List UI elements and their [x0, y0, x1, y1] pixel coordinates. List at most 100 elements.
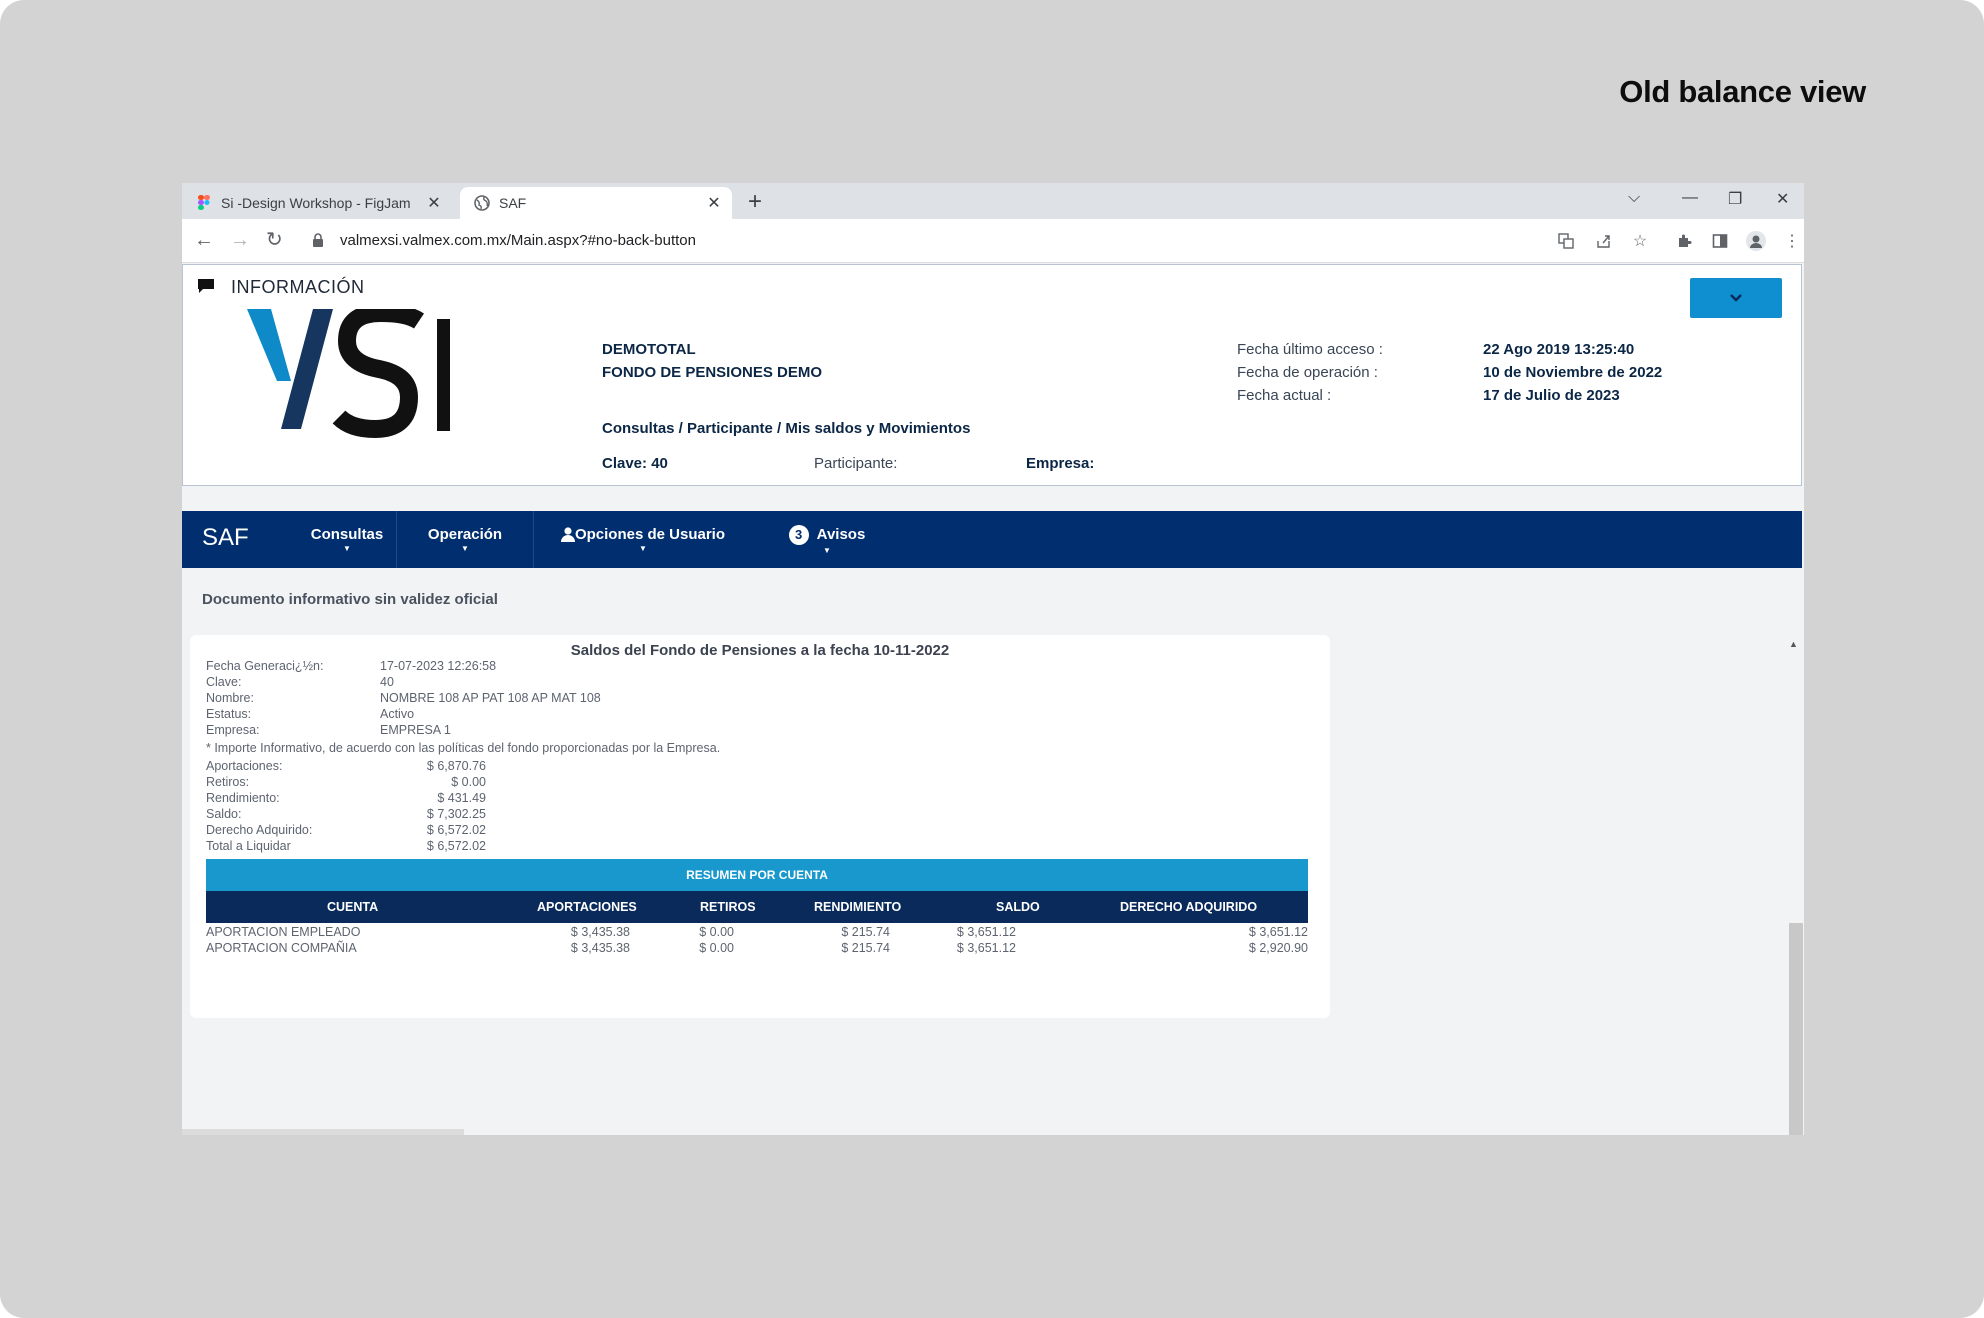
- table-cell: $ 3,651.12: [956, 925, 1016, 939]
- scroll-up-icon[interactable]: ▲: [1789, 639, 1798, 649]
- balance-report: Saldos del Fondo de Pensiones a la fecha…: [190, 635, 1330, 1018]
- info-label: Empresa:: [206, 723, 260, 737]
- tab-saf[interactable]: SAF ✕: [460, 187, 732, 219]
- info-value: NOMBRE 108 AP PAT 108 AP MAT 108: [380, 691, 601, 705]
- vsi-logo: [247, 303, 467, 454]
- fund-name: FONDO DE PENSIONES DEMO: [602, 364, 823, 381]
- figma-icon: [196, 195, 212, 211]
- header-dropdown-button[interactable]: [1690, 278, 1782, 318]
- minimize-icon[interactable]: —: [1682, 189, 1698, 207]
- info-label: Clave:: [206, 675, 242, 689]
- table-cell: APORTACION EMPLEADO: [206, 925, 361, 939]
- table-cell: APORTACION COMPAÑIA: [206, 941, 357, 955]
- amount-value: $ 6,572.02: [426, 823, 486, 837]
- main-nav: SAF Consultas ▼ Operación ▼ Opciones de …: [182, 511, 1802, 568]
- page-header: INFORMACIÓN DEMOTOTAL FONDO DE PENSIONES…: [182, 264, 1802, 486]
- table-cell: $ 215.74: [841, 925, 890, 939]
- reload-icon[interactable]: ↻: [266, 229, 283, 251]
- nav-item-operacion[interactable]: Operación ▼: [397, 511, 533, 568]
- operation-date-label: Fecha de operación :: [1237, 364, 1378, 381]
- presentation-frame: Old balance view Si -Design Workshop - F…: [0, 0, 1984, 1318]
- last-access-label: Fecha último acceso :: [1237, 341, 1383, 358]
- translate-icon[interactable]: [1556, 231, 1576, 251]
- table-cell: $ 0.00: [699, 925, 734, 939]
- side-panel-icon[interactable]: [1710, 231, 1730, 251]
- nav-label: Opciones de Usuario: [574, 526, 726, 543]
- nav-label: Avisos: [816, 526, 866, 543]
- frame-title: Old balance view: [1619, 74, 1866, 109]
- caret-down-icon: ▼: [639, 544, 647, 553]
- tab-label: SAF: [499, 195, 527, 211]
- close-icon[interactable]: ✕: [704, 193, 724, 213]
- tab-bar: Si -Design Workshop - FigJam ✕ SAF ✕ + ⌵…: [182, 183, 1804, 219]
- star-icon[interactable]: ☆: [1630, 231, 1650, 251]
- address-toolbar: ← → ↻ valmexsi.valmex.com.mx/Main.aspx?#…: [182, 219, 1804, 263]
- new-tab-icon[interactable]: +: [748, 190, 762, 214]
- restore-icon[interactable]: ❐: [1728, 189, 1742, 209]
- info-label: Nombre:: [206, 691, 254, 705]
- info-label: Estatus:: [206, 707, 252, 721]
- summary-band: RESUMEN POR CUENTA: [206, 859, 1308, 891]
- chat-icon: [197, 278, 215, 299]
- amount-value: $ 7,302.25: [426, 807, 486, 821]
- amount-label: Aportaciones:: [206, 759, 283, 773]
- amount-value: $ 0.00: [451, 775, 486, 789]
- amount-value: $ 6,870.76: [426, 759, 486, 773]
- nav-label: Consultas: [310, 526, 384, 543]
- nav-brand: SAF: [202, 524, 249, 551]
- vertical-scrollbar[interactable]: ▲: [1784, 635, 1803, 1135]
- tab-label: Si -Design Workshop - FigJam: [221, 195, 411, 211]
- column-header: SALDO: [996, 900, 1040, 914]
- column-header: DERECHO ADQUIRIDO: [1120, 900, 1258, 914]
- section-title: INFORMACIÓN: [231, 277, 365, 297]
- breadcrumb: Consultas / Participante / Mis saldos y …: [602, 420, 971, 437]
- participante-label: Participante:: [814, 455, 898, 472]
- extensions-icon[interactable]: [1674, 231, 1694, 251]
- nav-item-consultas[interactable]: Consultas ▼: [294, 511, 400, 568]
- profile-avatar-icon[interactable]: [1746, 231, 1766, 251]
- url-text: valmexsi.valmex.com.mx/Main.aspx?#no-bac…: [340, 232, 696, 249]
- current-date-label: Fecha actual :: [1237, 387, 1332, 404]
- table-cell: $ 2,920.90: [1248, 941, 1308, 955]
- lock-icon: [312, 233, 324, 252]
- nav-label-wrap: Opciones de Usuario: [560, 526, 726, 543]
- back-icon[interactable]: ←: [194, 229, 214, 251]
- nav-label: Operación: [427, 526, 503, 543]
- info-value: 40: [380, 675, 394, 689]
- close-window-icon[interactable]: ✕: [1776, 189, 1789, 209]
- scroll-thumb[interactable]: [1789, 923, 1803, 1135]
- amount-value: $ 6,572.02: [426, 839, 486, 853]
- nav-item-avisos[interactable]: 3 Avisos ▼: [772, 511, 882, 568]
- column-header: CUENTA: [327, 900, 379, 914]
- caret-down-icon: ▼: [461, 544, 469, 553]
- horizontal-scrollbar[interactable]: [182, 1129, 464, 1135]
- table-cell: $ 3,651.12: [956, 941, 1016, 955]
- address-bar[interactable]: valmexsi.valmex.com.mx/Main.aspx?#no-bac…: [300, 225, 1740, 257]
- info-value: Activo: [380, 707, 415, 721]
- info-value: EMPRESA 1: [380, 723, 451, 737]
- disclaimer-text: Documento informativo sin validez oficia…: [202, 591, 498, 608]
- table-cell: $ 3,435.38: [570, 941, 630, 955]
- summary-table-header: CUENTA APORTACIONES RETIROS RENDIMIENTO …: [206, 891, 1308, 923]
- globe-icon: [474, 195, 490, 211]
- amount-label: Total a Liquidar: [206, 839, 291, 853]
- nav-item-opciones-usuario[interactable]: Opciones de Usuario ▼: [548, 511, 738, 568]
- column-header: RENDIMIENTO: [814, 900, 902, 914]
- chevron-down-icon[interactable]: ⌵: [1628, 189, 1640, 207]
- share-icon[interactable]: [1594, 231, 1614, 251]
- tab-figjam[interactable]: Si -Design Workshop - FigJam ✕: [196, 187, 452, 219]
- org-name: DEMOTOTAL: [602, 341, 696, 358]
- column-header: APORTACIONES: [537, 900, 637, 914]
- nav-divider: [533, 511, 534, 568]
- table-cell: $ 0.00: [699, 941, 734, 955]
- close-icon[interactable]: ✕: [424, 193, 444, 213]
- more-menu-icon[interactable]: ⋮: [1782, 231, 1802, 251]
- last-access-value: 22 Ago 2019 13:25:40: [1483, 341, 1635, 358]
- info-label: Fecha Generaci¿½n:: [206, 659, 324, 673]
- browser-window: Si -Design Workshop - FigJam ✕ SAF ✕ + ⌵…: [182, 183, 1804, 1135]
- operation-date-value: 10 de Noviembre de 2022: [1483, 364, 1663, 381]
- forward-icon[interactable]: →: [230, 229, 250, 251]
- amount-label: Derecho Adquirido:: [206, 823, 313, 837]
- report-note: * Importe Informativo, de acuerdo con la…: [206, 741, 721, 755]
- table-cell: $ 3,651.12: [1248, 925, 1308, 939]
